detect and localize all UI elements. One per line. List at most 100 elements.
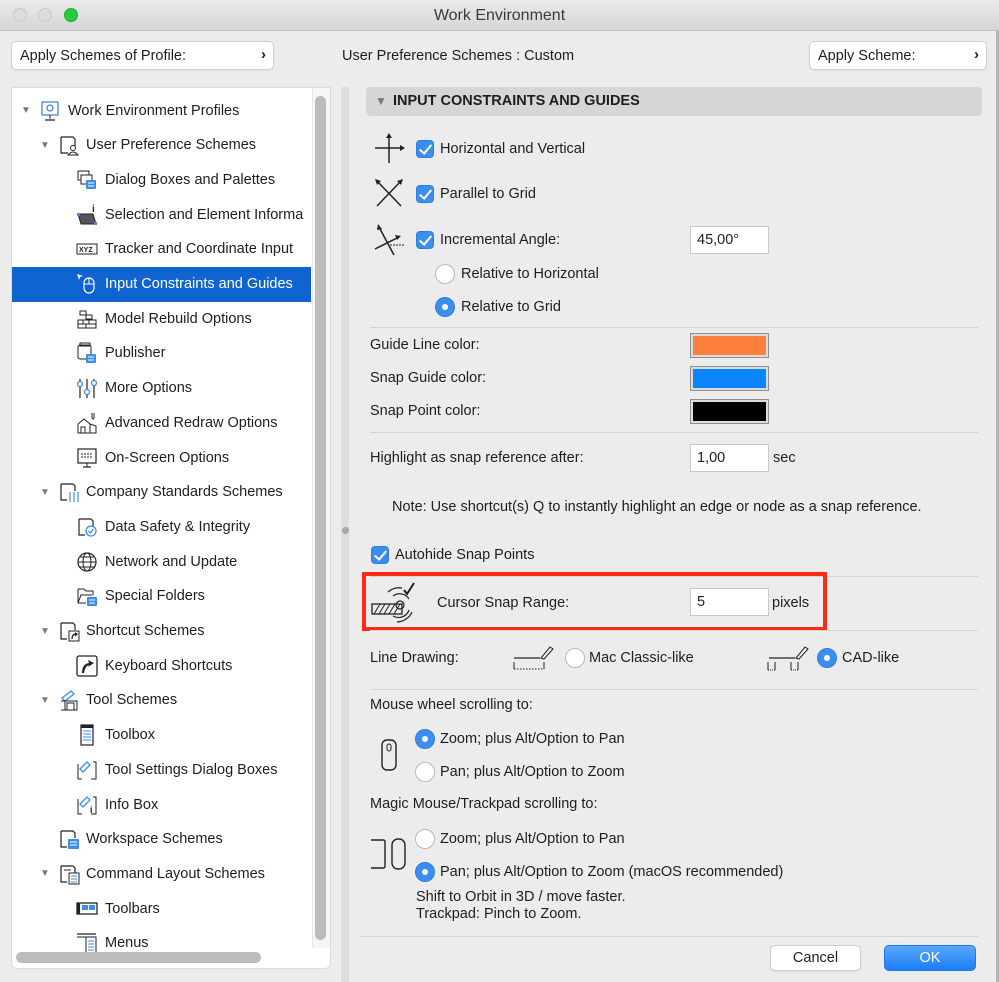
- tree-item-label: Selection and Element Informa: [105, 206, 304, 223]
- snap-point-color-swatch[interactable]: [690, 399, 769, 424]
- snap-guide-color-label: Snap Guide color:: [370, 370, 487, 386]
- menus-icon: [77, 933, 97, 954]
- tree-item-label: Tool Schemes: [86, 692, 178, 709]
- tree-item[interactable]: ▼ Company Standards Schemes: [12, 475, 311, 510]
- tree-item-label: Work Environment Profiles: [68, 102, 240, 119]
- relative-grid-radio[interactable]: [435, 297, 455, 317]
- highlight-unit: sec: [773, 450, 796, 466]
- workspace-scheme-icon: [60, 830, 79, 850]
- highlight-label: Highlight as snap reference after:: [370, 450, 584, 466]
- tree-item[interactable]: Toolbars: [12, 891, 311, 926]
- guide-line-color-fill: [693, 336, 766, 355]
- autohide-snap-points-checkbox[interactable]: [371, 546, 389, 564]
- disclosure-triangle-icon[interactable]: ▼: [375, 94, 387, 108]
- horizontal-vertical-checkbox[interactable]: [416, 140, 434, 158]
- disclosure-triangle-icon[interactable]: ▼: [21, 105, 31, 116]
- tree-item[interactable]: ▼ Shortcut Schemes: [12, 614, 311, 649]
- pinch-hint: Trackpad: Pinch to Zoom.: [416, 906, 582, 922]
- tree-item[interactable]: ▼ Command Layout Schemes: [12, 856, 311, 891]
- tree-item[interactable]: Input Constraints and Guides: [12, 266, 311, 302]
- tree-item-label: Data Safety & Integrity: [105, 518, 251, 535]
- folder-icon: [77, 588, 97, 607]
- tree-item-label: Info Box: [105, 796, 159, 813]
- tree-item[interactable]: ▼ User Preference Schemes: [12, 128, 311, 163]
- tree-item[interactable]: Publisher: [12, 336, 311, 371]
- tree-item[interactable]: i Info Box: [12, 787, 311, 822]
- house-redraw-icon: [77, 412, 97, 434]
- guide-line-color-swatch[interactable]: [690, 333, 769, 358]
- apply-schemes-of-profile-button[interactable]: Apply Schemes of Profile: ›: [11, 41, 274, 70]
- cad-like-line-icon: [767, 646, 809, 671]
- tree-item[interactable]: Advanced Redraw Options: [12, 405, 311, 440]
- snap-guide-color-swatch[interactable]: [690, 366, 769, 391]
- mac-classic-radio[interactable]: [565, 648, 585, 668]
- relative-horizontal-radio[interactable]: [435, 264, 455, 284]
- tree-item[interactable]: Toolbox: [12, 718, 311, 753]
- keyboard-shortcut-arrow-icon: [76, 655, 98, 677]
- divider: [370, 432, 978, 433]
- tree-item[interactable]: Workspace Schemes: [12, 822, 311, 857]
- parallel-grid-checkbox[interactable]: [416, 185, 434, 203]
- tree-item[interactable]: Keyboard Shortcuts: [12, 648, 311, 683]
- window-title: Work Environment: [433, 7, 566, 24]
- svg-text:i: i: [92, 204, 95, 215]
- mouse-icon: [381, 739, 397, 771]
- profile-gear-monitor-icon: [41, 100, 59, 121]
- disclosure-triangle-icon[interactable]: ▼: [40, 868, 50, 879]
- mouse-wheel-pan-radio[interactable]: [415, 762, 435, 782]
- cad-like-radio[interactable]: [817, 648, 837, 668]
- chevron-right-icon: ›: [974, 46, 979, 63]
- monitor-icon: [77, 447, 97, 468]
- cancel-button[interactable]: Cancel: [770, 945, 861, 971]
- tree-item[interactable]: XYZ Tracker and Coordinate Input: [12, 232, 311, 267]
- tree-item-label: Input Constraints and Guides: [105, 276, 293, 292]
- mac-classic-label: Mac Classic-like: [589, 650, 694, 666]
- snap-point-color-label: Snap Point color:: [370, 403, 481, 419]
- tree-item[interactable]: Special Folders: [12, 579, 311, 614]
- magic-mouse-trackpad-icon: [371, 838, 406, 870]
- tree-item[interactable]: i Selection and Element Informa: [12, 197, 311, 232]
- shortcut-scheme-icon: [60, 622, 80, 642]
- mouse-wheel-zoom-radio[interactable]: [415, 729, 435, 749]
- section-header[interactable]: ▼ INPUT CONSTRAINTS AND GUIDES: [366, 87, 982, 116]
- tree-item[interactable]: Data Safety & Integrity: [12, 509, 311, 544]
- splitter-handle[interactable]: [342, 527, 349, 534]
- globe-icon: [77, 551, 97, 572]
- cursor-mouse-icon: [77, 274, 95, 294]
- incremental-angle-input[interactable]: 45,00°: [690, 226, 769, 254]
- tree-item[interactable]: Tool Settings Dialog Boxes: [12, 752, 311, 787]
- disclosure-triangle-icon[interactable]: ▼: [40, 140, 50, 151]
- scheme-status: User Preference Schemes : Custom: [342, 48, 574, 64]
- tree-item[interactable]: Dialog Boxes and Palettes: [12, 162, 311, 197]
- guide-line-color-label: Guide Line color:: [370, 337, 480, 353]
- tree-item[interactable]: On-Screen Options: [12, 440, 311, 475]
- sliders-icon: [76, 379, 98, 399]
- xyz-tracker-icon: XYZ: [76, 243, 98, 255]
- toolbox-icon: [80, 724, 94, 746]
- apply-scheme-button[interactable]: Apply Scheme: ›: [809, 41, 987, 70]
- svg-text:i: i: [90, 805, 93, 815]
- ok-button[interactable]: OK: [884, 945, 976, 971]
- tree-item-label: Network and Update: [105, 553, 238, 570]
- tree-item[interactable]: More Options: [12, 371, 311, 406]
- publisher-icon: [77, 342, 96, 364]
- trackpad-zoom-radio[interactable]: [415, 829, 435, 849]
- highlight-delay-input[interactable]: 1,00: [690, 444, 769, 472]
- disclosure-triangle-icon[interactable]: ▼: [40, 695, 50, 706]
- tree-item[interactable]: Model Rebuild Options: [12, 301, 311, 336]
- disclosure-triangle-icon[interactable]: ▼: [40, 626, 50, 637]
- tree-item-label: Workspace Schemes: [86, 831, 223, 848]
- tree-item-label: Publisher: [105, 345, 166, 362]
- tree-item[interactable]: ▼ Work Environment Profiles: [12, 93, 311, 128]
- pane-splitter[interactable]: [341, 87, 349, 982]
- tree-horizontal-scrollbar[interactable]: [16, 952, 261, 963]
- tree-item[interactable]: ▼ Tool Schemes: [12, 683, 311, 718]
- trackpad-pan-radio[interactable]: [415, 862, 435, 882]
- incremental-angle-checkbox[interactable]: [416, 231, 434, 249]
- disclosure-triangle-icon[interactable]: ▼: [40, 487, 50, 498]
- section-title: INPUT CONSTRAINTS AND GUIDES: [393, 93, 640, 109]
- chevron-right-icon: ›: [261, 46, 266, 63]
- tree-vertical-scrollbar[interactable]: [315, 96, 326, 940]
- footer-divider: [360, 936, 978, 937]
- tree-item[interactable]: Network and Update: [12, 544, 311, 579]
